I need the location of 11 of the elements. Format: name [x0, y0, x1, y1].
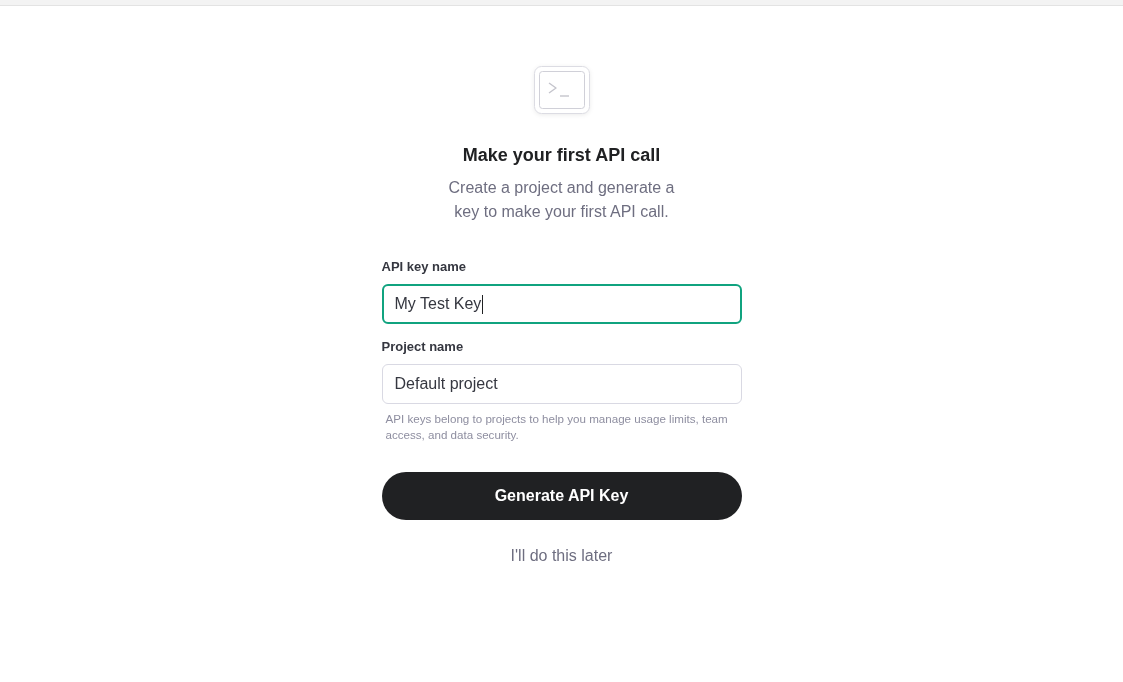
text-cursor-icon [482, 294, 484, 314]
help-text: API keys belong to projects to help you manage usage limits, team access, and data security. [384, 411, 729, 443]
field-label: Project name [381, 338, 465, 356]
text-field[interactable]: Default project [381, 364, 742, 404]
dialog-description: Create a project and generate a key to make your first API call. [447, 178, 676, 222]
field-label: API key name [381, 258, 468, 276]
generate-button[interactable]: Generate API Key [381, 472, 742, 520]
later-link[interactable]: I'll do this later [510, 544, 613, 568]
terminal-icon [533, 66, 590, 114]
dialog-title: Make your first API call [462, 144, 661, 167]
text-field[interactable]: My Test Key [381, 284, 742, 324]
